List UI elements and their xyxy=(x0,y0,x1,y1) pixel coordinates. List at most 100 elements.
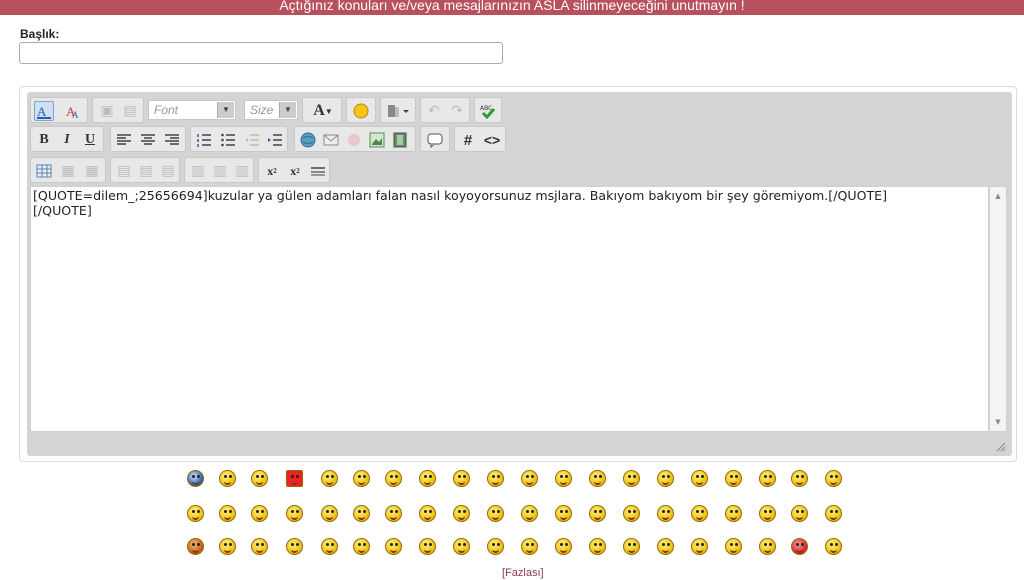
emoticon-icon[interactable] xyxy=(822,467,844,489)
emoticon-icon[interactable] xyxy=(184,467,206,489)
textarea-scrollbar[interactable]: ▲ ▼ xyxy=(990,186,1007,432)
emoticon-icon[interactable] xyxy=(654,502,676,524)
align-left-icon[interactable] xyxy=(114,130,134,150)
emoticon-icon[interactable] xyxy=(248,467,270,489)
emoticon-icon[interactable] xyxy=(283,502,305,524)
insert-smiley-button[interactable] xyxy=(351,101,371,121)
emoticon-icon[interactable] xyxy=(484,502,506,524)
emoticon-icon[interactable] xyxy=(350,502,372,524)
emoticon-icon[interactable] xyxy=(184,535,206,557)
bold-button[interactable]: B xyxy=(34,130,54,150)
scroll-down-icon[interactable]: ▼ xyxy=(990,415,1006,429)
insert-email-icon[interactable] xyxy=(321,130,341,150)
emoticon-icon[interactable] xyxy=(484,535,506,557)
emoticon-icon[interactable] xyxy=(788,535,810,557)
emoticon-icon[interactable] xyxy=(586,467,608,489)
emoticon-icon[interactable] xyxy=(654,535,676,557)
delete-row-icon[interactable]: ▤ xyxy=(158,161,178,181)
emoticon-icon[interactable] xyxy=(216,535,238,557)
emoticon-icon[interactable] xyxy=(184,502,206,524)
emoticon-icon[interactable] xyxy=(722,502,744,524)
emoticon-icon[interactable] xyxy=(416,467,438,489)
insert-column-before-icon[interactable]: ▥ xyxy=(188,161,208,181)
emoticon-icon[interactable] xyxy=(552,467,574,489)
insert-image-icon[interactable] xyxy=(367,130,387,150)
size-select[interactable]: Size ▼ xyxy=(244,100,298,120)
emoticon-icon[interactable] xyxy=(416,502,438,524)
remove-link-icon[interactable] xyxy=(344,130,364,150)
emoticon-icon[interactable] xyxy=(318,502,340,524)
emoticon-icon[interactable] xyxy=(318,467,340,489)
emoticon-icon[interactable] xyxy=(756,535,778,557)
subscript-icon[interactable]: x2 xyxy=(262,161,282,181)
italic-button[interactable]: I xyxy=(57,130,77,150)
underline-button[interactable]: U xyxy=(80,130,100,150)
emoticon-icon[interactable] xyxy=(518,467,540,489)
wysiwyg-mode-button[interactable]: A xyxy=(34,101,54,121)
emoticon-icon[interactable] xyxy=(688,535,710,557)
emoticon-icon[interactable] xyxy=(620,535,642,557)
emoticon-icon[interactable] xyxy=(248,535,270,557)
horizontal-rule-icon[interactable] xyxy=(308,161,328,181)
outdent-icon[interactable] xyxy=(242,130,262,150)
remove-format-button[interactable]: AA xyxy=(63,101,83,121)
emoticon-icon[interactable] xyxy=(788,502,810,524)
align-center-icon[interactable] xyxy=(138,130,158,150)
emoticon-icon[interactable] xyxy=(756,467,778,489)
insert-quote-icon[interactable] xyxy=(425,130,445,150)
emoticon-icon[interactable] xyxy=(756,502,778,524)
emoticon-icon[interactable] xyxy=(654,467,676,489)
insert-row-before-icon[interactable]: ▤ xyxy=(114,161,134,181)
emoticon-icon[interactable] xyxy=(350,467,372,489)
emoticon-icon[interactable] xyxy=(382,502,404,524)
emoticon-icon[interactable] xyxy=(216,502,238,524)
emoticon-icon[interactable] xyxy=(450,535,472,557)
undo-icon[interactable]: ↶ xyxy=(424,101,444,121)
emoticon-icon[interactable] xyxy=(350,535,372,557)
indent-icon[interactable] xyxy=(265,130,285,150)
insert-video-icon[interactable] xyxy=(390,130,410,150)
resize-handle-icon[interactable] xyxy=(994,440,1006,452)
emoticon-icon[interactable] xyxy=(586,502,608,524)
unordered-list-icon[interactable] xyxy=(218,130,238,150)
title-input[interactable] xyxy=(19,42,503,64)
emoticon-icon[interactable] xyxy=(416,535,438,557)
emoticon-icon[interactable] xyxy=(688,502,710,524)
emoticon-icon[interactable] xyxy=(518,502,540,524)
insert-table-icon[interactable] xyxy=(34,161,54,181)
emoticon-icon[interactable] xyxy=(822,502,844,524)
table-props-icon[interactable]: ▦ xyxy=(58,161,78,181)
emoticon-icon[interactable] xyxy=(283,467,305,489)
emoticon-icon[interactable] xyxy=(822,535,844,557)
emoticon-icon[interactable] xyxy=(216,467,238,489)
emoticon-icon[interactable] xyxy=(248,502,270,524)
paste-text-icon[interactable]: ▤ xyxy=(120,101,140,121)
emoticon-icon[interactable] xyxy=(382,535,404,557)
emoticon-icon[interactable] xyxy=(688,467,710,489)
hash-tag-button[interactable]: # xyxy=(458,130,478,150)
emoticon-icon[interactable] xyxy=(620,467,642,489)
more-smilies-link[interactable]: [Fazlası] xyxy=(502,567,544,579)
emoticon-icon[interactable] xyxy=(552,502,574,524)
emoticon-icon[interactable] xyxy=(382,467,404,489)
paste-icon[interactable]: ▣ xyxy=(97,101,117,121)
delete-column-icon[interactable]: ▥ xyxy=(232,161,252,181)
emoticon-icon[interactable] xyxy=(620,502,642,524)
emoticon-icon[interactable] xyxy=(788,467,810,489)
align-right-icon[interactable] xyxy=(162,130,182,150)
font-color-button[interactable]: A ▼ xyxy=(306,101,340,121)
emoticon-icon[interactable] xyxy=(552,535,574,557)
ordered-list-icon[interactable] xyxy=(194,130,214,150)
paragraph-format-button[interactable] xyxy=(384,101,414,121)
emoticon-icon[interactable] xyxy=(518,535,540,557)
emoticon-icon[interactable] xyxy=(722,535,744,557)
insert-column-after-icon[interactable]: ▥ xyxy=(210,161,230,181)
emoticon-icon[interactable] xyxy=(318,535,340,557)
spellcheck-button[interactable]: ABC xyxy=(478,101,498,121)
emoticon-icon[interactable] xyxy=(450,502,472,524)
redo-icon[interactable]: ↷ xyxy=(447,101,467,121)
message-textarea[interactable]: [QUOTE=dilem_;25656694]kuzular ya gülen … xyxy=(30,186,989,432)
emoticon-icon[interactable] xyxy=(283,535,305,557)
emoticon-icon[interactable] xyxy=(722,467,744,489)
emoticon-icon[interactable] xyxy=(484,467,506,489)
